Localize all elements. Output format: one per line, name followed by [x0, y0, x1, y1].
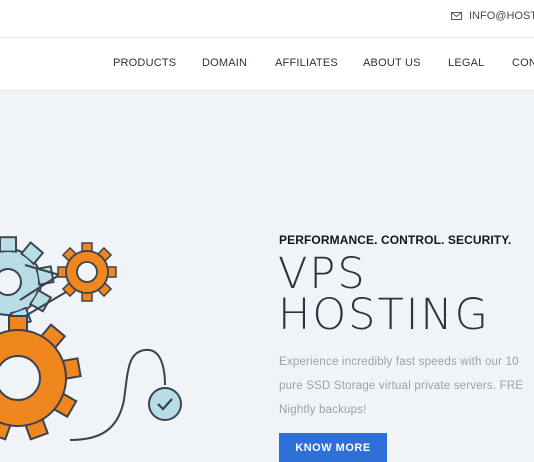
main-navigation: PRODUCTS DOMAIN AFFILIATES ABOUT US LEGA…: [0, 38, 534, 91]
blue-gear-icon: [0, 236, 55, 329]
large-orange-gear-icon: [0, 315, 82, 441]
hero-title: VPS HOSTING: [278, 249, 490, 340]
top-bar: INFO@HOSTE: [0, 0, 534, 38]
nav-affiliates[interactable]: AFFILIATES: [275, 57, 338, 69]
contact-email-text: INFO@HOSTE: [469, 10, 534, 22]
small-orange-gear-icon: [57, 242, 117, 302]
envelope-icon: [451, 12, 462, 20]
hero-description: Experience incredibly fast speeds with o…: [279, 350, 534, 422]
check-circle-icon: [148, 387, 182, 421]
nav-contact[interactable]: CON: [512, 57, 534, 69]
gears-illustration: [0, 236, 182, 441]
hero-title-line-2: HOSTING: [278, 290, 490, 340]
nav-domain[interactable]: DOMAIN: [202, 57, 247, 69]
know-more-button[interactable]: KNOW MORE: [279, 433, 387, 462]
hero-description-line: Nightly backups!: [279, 404, 367, 416]
nav-legal[interactable]: LEGAL: [448, 57, 484, 69]
nav-products[interactable]: PRODUCTS: [113, 57, 176, 69]
contact-email[interactable]: INFO@HOSTE: [451, 10, 534, 22]
hero-description-line: pure SSD Storage virtual private servers…: [279, 380, 524, 392]
nav-about-us[interactable]: ABOUT US: [363, 57, 421, 69]
hero-title-line-1: VPS: [278, 249, 367, 299]
hero-description-line: Experience incredibly fast speeds with o…: [279, 356, 519, 368]
hero-tagline: PERFORMANCE. CONTROL. SECURITY.: [279, 233, 512, 247]
